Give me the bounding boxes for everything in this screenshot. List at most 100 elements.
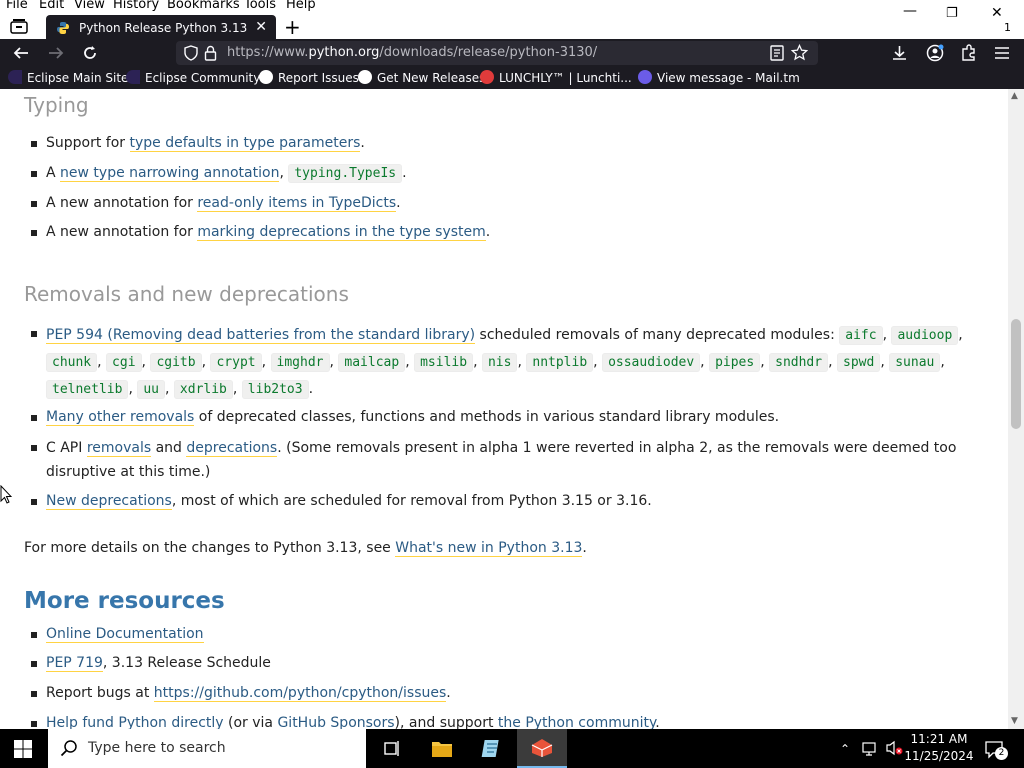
- list-item: PEP 594 (Removing dead batteries from th…: [31, 322, 986, 403]
- text: .: [446, 685, 451, 701]
- code-module-mailcap: mailcap: [338, 353, 406, 372]
- link-c-api-removals[interactable]: removals: [86, 440, 152, 457]
- text: .: [485, 224, 491, 240]
- link-online-documentation[interactable]: Online Documentation: [46, 626, 204, 643]
- bookmark-get-new-releases[interactable]: Get New Releases: [358, 70, 485, 86]
- separator: ,: [473, 354, 482, 370]
- menu-edit[interactable]: Edit: [39, 0, 64, 11]
- back-icon[interactable]: [12, 44, 30, 66]
- link-pep-594[interactable]: PEP 594 (Removing dead batteries from th…: [46, 327, 476, 344]
- menu-file[interactable]: File: [6, 0, 28, 11]
- tab-title: Python Release Python 3.13.0 | P: [79, 21, 247, 35]
- bookmark-label: Eclipse Community: [145, 71, 261, 85]
- new-tab-button[interactable]: +: [284, 16, 301, 38]
- link-cpython-issues[interactable]: https://github.com/python/cpython/issues: [153, 685, 447, 702]
- taskbar-search-box[interactable]: Type here to search: [48, 729, 366, 768]
- scroll-down-icon[interactable]: ▼: [1011, 716, 1018, 726]
- separator: ,: [760, 354, 770, 370]
- system-clock[interactable]: 11:21 AM 11/25/2024: [904, 731, 974, 765]
- menu-help[interactable]: Help: [286, 0, 316, 11]
- task-view-button[interactable]: [367, 729, 417, 768]
- code-module-spwd: spwd: [837, 353, 881, 372]
- bookmark-label: Get New Releases: [377, 71, 486, 85]
- bookmark-star-icon[interactable]: [790, 43, 809, 65]
- forward-icon[interactable]: [47, 44, 65, 66]
- heading-typing: Typing: [24, 93, 89, 117]
- python-favicon-icon: [56, 21, 70, 35]
- menu-bookmarks[interactable]: Bookmarks: [167, 0, 240, 11]
- link-new-deprecations[interactable]: New deprecations: [46, 493, 172, 510]
- account-icon[interactable]: [926, 44, 944, 66]
- link-help-fund-python[interactable]: Help fund Python directly: [46, 715, 224, 729]
- downloads-icon[interactable]: [891, 44, 908, 66]
- taskbar-app-notepad[interactable]: [467, 729, 517, 768]
- separator: ,: [97, 354, 107, 370]
- search-icon: [60, 739, 78, 761]
- lock-icon[interactable]: [204, 45, 217, 65]
- heading-more-resources: More resources: [24, 588, 225, 614]
- link-pep-719[interactable]: PEP 719: [46, 655, 103, 672]
- list-item: C API removals and deprecations. (Some r…: [31, 436, 986, 484]
- separator: ,: [880, 354, 890, 370]
- bookmark-eclipse-main-site[interactable]: Eclipse Main Site: [8, 70, 128, 86]
- text: A: [46, 165, 61, 181]
- tab-close-icon[interactable]: ✕: [255, 19, 267, 35]
- hamburger-menu-icon[interactable]: [994, 44, 1010, 66]
- page-scrollbar[interactable]: ▲ ▼: [1008, 89, 1024, 729]
- tab-python-release[interactable]: Python Release Python 3.13.0 | P ✕: [46, 15, 276, 41]
- menu-history[interactable]: History: [113, 0, 159, 11]
- reload-icon[interactable]: [81, 44, 99, 66]
- windows-start-icon[interactable]: [14, 740, 32, 758]
- link-type-defaults[interactable]: type defaults in type parameters: [129, 135, 361, 152]
- at-sign-icon: [638, 70, 652, 84]
- scroll-up-icon[interactable]: ▲: [1011, 91, 1018, 101]
- link-python-community[interactable]: the Python community: [497, 715, 656, 729]
- text: and: [151, 440, 187, 456]
- menu-view[interactable]: View: [74, 0, 105, 11]
- code-module-telnetlib: telnetlib: [46, 380, 129, 399]
- code-module-crypt: crypt: [210, 353, 262, 372]
- bookmark-label: LUNCHLY™ | Lunchti...: [499, 71, 632, 85]
- list-item: Support for type defaults in type parame…: [31, 132, 986, 155]
- clock-time: 11:21 AM: [910, 732, 968, 746]
- bookmark-lunchly[interactable]: LUNCHLY™ | Lunchti...: [480, 70, 632, 86]
- taskbar-app-browser[interactable]: [517, 729, 567, 768]
- maximize-button[interactable]: ❐: [946, 7, 958, 21]
- bookmark-mail-tm[interactable]: View message - Mail.tm: [638, 70, 800, 86]
- link-c-api-deprecations[interactable]: deprecations: [186, 440, 278, 457]
- link-read-only-items[interactable]: read-only items in TypeDicts: [197, 195, 397, 212]
- extensions-icon[interactable]: [960, 44, 977, 66]
- close-window-button[interactable]: ✕: [991, 6, 1003, 20]
- chevron-up-icon[interactable]: ⌃: [840, 742, 850, 756]
- minimize-button[interactable]: —: [903, 4, 917, 18]
- text: of deprecated classes, functions and met…: [194, 409, 780, 425]
- tracking-protection-icon[interactable]: [184, 45, 198, 65]
- menu-tools[interactable]: Tools: [244, 0, 276, 11]
- address-bar[interactable]: https://www.python.org/downloads/release…: [176, 41, 818, 65]
- text: Support for: [46, 135, 130, 151]
- separator: ,: [261, 354, 271, 370]
- network-icon[interactable]: [862, 741, 880, 761]
- list-item: Report bugs at https://github.com/python…: [31, 682, 986, 705]
- link-type-narrowing[interactable]: new type narrowing annotation: [60, 165, 280, 182]
- scrollbar-thumb[interactable]: [1011, 319, 1021, 429]
- bookmark-eclipse-community[interactable]: Eclipse Community: [126, 70, 260, 86]
- text: ), and support: [394, 715, 498, 729]
- text: For more details on the changes to Pytho…: [24, 540, 396, 556]
- volume-muted-icon[interactable]: [885, 740, 903, 760]
- url-text[interactable]: https://www.python.org/downloads/release…: [227, 46, 597, 60]
- tab-list-icon[interactable]: [10, 18, 28, 34]
- link-many-other-removals[interactable]: Many other removals: [46, 409, 195, 426]
- code-module-pipes: pipes: [709, 353, 761, 372]
- link-whats-new[interactable]: What's new in Python 3.13: [395, 540, 583, 557]
- separator: .: [308, 381, 314, 397]
- bookmark-report-issues[interactable]: Report Issues: [259, 70, 359, 86]
- text: (or via: [223, 715, 278, 729]
- code-module-lib2to3: lib2to3: [241, 380, 309, 399]
- link-marking-deprecations[interactable]: marking deprecations in the type system: [197, 224, 486, 241]
- list-item: A new annotation for read-only items in …: [31, 192, 986, 215]
- lunchly-icon: [480, 70, 494, 84]
- link-github-sponsors[interactable]: GitHub Sponsors: [277, 715, 395, 729]
- reader-view-icon[interactable]: [770, 45, 784, 65]
- taskbar-file-explorer[interactable]: [417, 729, 467, 768]
